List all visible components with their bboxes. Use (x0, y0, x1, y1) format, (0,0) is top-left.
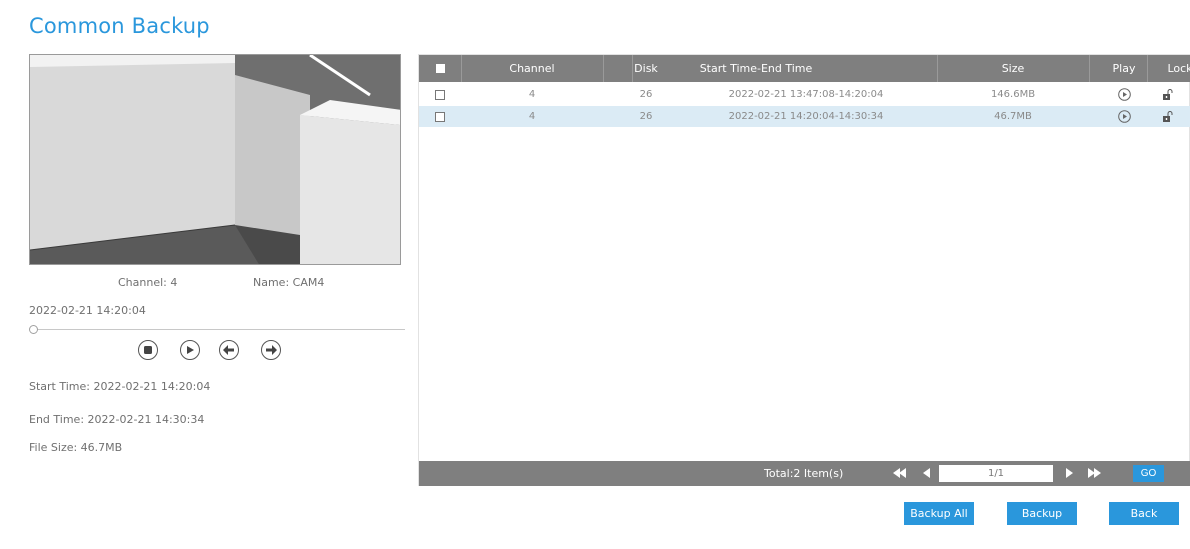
row-size: 146.6MB (990, 89, 1036, 100)
end-time-text: End Time: 2022-02-21 14:30:34 (29, 413, 205, 426)
next-page-button[interactable] (1065, 467, 1074, 482)
header-play: Play (1112, 62, 1136, 75)
page-title: Common Backup (29, 14, 210, 38)
next-icon (266, 345, 277, 355)
page-number-input[interactable] (939, 465, 1053, 482)
stop-icon (144, 346, 152, 354)
last-page-button[interactable] (1088, 467, 1102, 482)
header-time: Start Time-End Time (699, 62, 813, 75)
row-time-range: 2022-02-21 14:20:04-14:30:34 (728, 111, 884, 122)
select-all-checkbox[interactable] (435, 64, 445, 73)
back-button[interactable]: Back (1109, 502, 1179, 525)
previous-icon (223, 345, 234, 355)
total-items-label: Total:2 Item(s) (764, 467, 844, 480)
double-left-arrow-icon (893, 468, 906, 478)
unlock-icon (1163, 110, 1173, 122)
previous-page-button[interactable] (922, 467, 931, 482)
playback-progress-handle[interactable] (29, 325, 38, 334)
row-size: 46.7MB (994, 111, 1032, 122)
header-select-all[interactable] (419, 55, 461, 82)
row-time-range: 2022-02-21 13:47:08-14:20:04 (728, 89, 884, 100)
row-lock-button[interactable] (1147, 106, 1189, 127)
backup-file-table: Channel Disk Start Time-End Time Size Pl… (418, 54, 1190, 486)
playback-progress-track[interactable] (33, 329, 405, 330)
file-size-text: File Size: 46.7MB (29, 441, 123, 454)
backup-all-button[interactable]: Backup All (904, 502, 974, 525)
channel-label: Channel: 4 (118, 276, 178, 289)
header-size: Size (1001, 62, 1025, 75)
double-right-arrow-icon (1088, 468, 1101, 478)
header-channel: Channel (509, 62, 555, 75)
left-arrow-icon (923, 468, 930, 478)
right-arrow-icon (1066, 468, 1073, 478)
row-checkbox[interactable] (435, 111, 445, 122)
play-circle-icon (1117, 110, 1131, 123)
stop-button[interactable] (138, 340, 158, 360)
backup-button[interactable]: Backup (1007, 502, 1077, 525)
camera-name-label: Name: CAM4 (253, 276, 325, 289)
play-icon (187, 346, 194, 354)
go-button[interactable]: GO (1133, 465, 1164, 482)
play-button[interactable] (180, 340, 200, 360)
table-header: Channel Disk Start Time-End Time Size Pl… (419, 55, 1190, 82)
pagination-bar: Total:2 Item(s) GO (419, 461, 1190, 486)
next-button[interactable] (261, 340, 281, 360)
previous-button[interactable] (219, 340, 239, 360)
row-channel: 4 (528, 89, 536, 100)
play-circle-icon (1117, 88, 1131, 101)
first-page-button[interactable] (893, 467, 907, 482)
row-channel: 4 (528, 111, 536, 122)
table-row[interactable]: 4 26 2022-02-21 14:20:04-14:30:34 46.7MB (419, 106, 1190, 127)
playback-timestamp: 2022-02-21 14:20:04 (29, 304, 146, 317)
row-lock-button[interactable] (1147, 84, 1189, 105)
header-lock: Lock (1167, 62, 1190, 75)
video-preview[interactable] (29, 54, 401, 265)
start-time-text: Start Time: 2022-02-21 14:20:04 (29, 380, 211, 393)
table-row[interactable]: 4 26 2022-02-21 13:47:08-14:20:04 146.6M… (419, 84, 1190, 105)
unlock-icon (1163, 88, 1173, 100)
row-checkbox[interactable] (435, 89, 445, 100)
